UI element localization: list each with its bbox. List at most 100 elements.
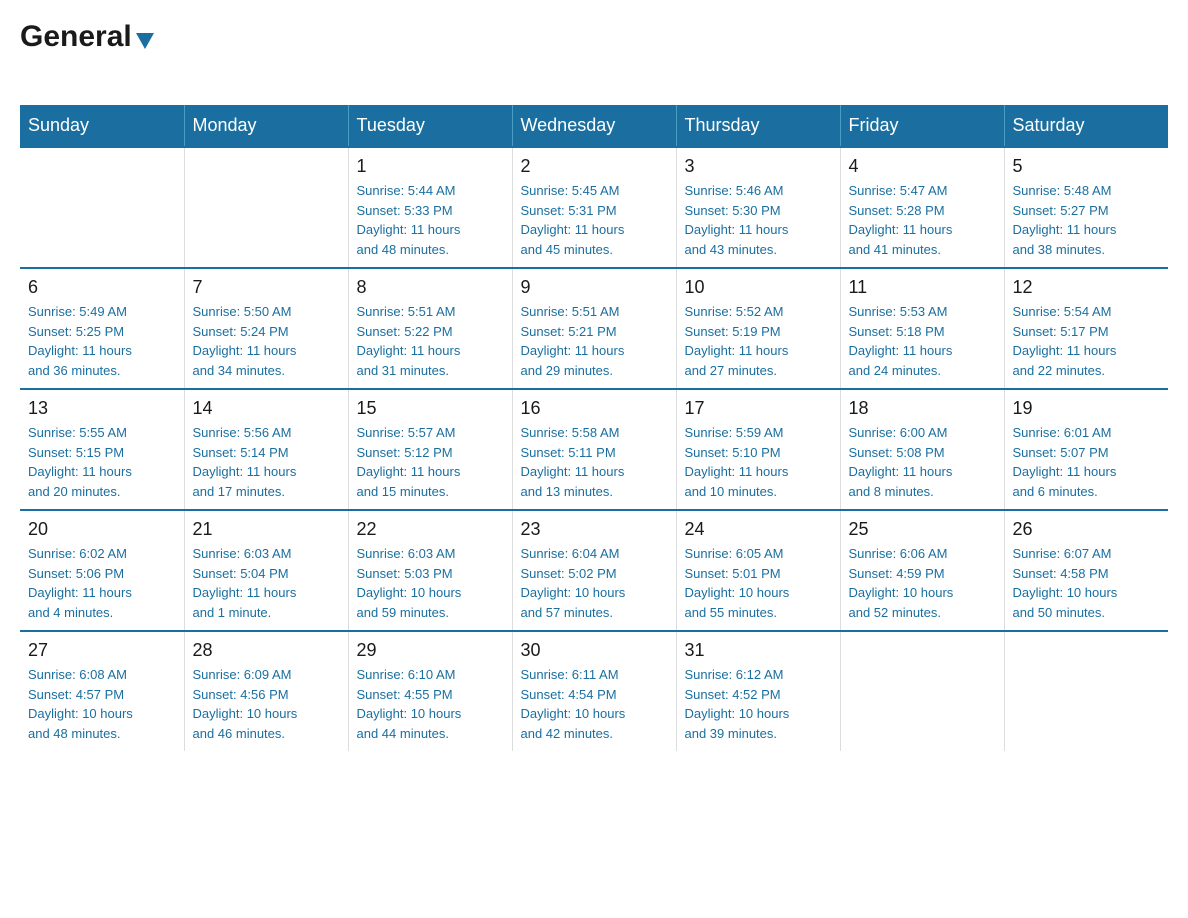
- day-number: 10: [685, 277, 832, 298]
- day-info: Sunrise: 5:46 AM Sunset: 5:30 PM Dayligh…: [685, 181, 832, 259]
- day-number: 9: [521, 277, 668, 298]
- calendar-cell: 2 Sunrise: 5:45 AM Sunset: 5:31 PM Daylig…: [512, 147, 676, 268]
- calendar-cell: 28 Sunrise: 6:09 AM Sunset: 4:56 PM Dayli…: [184, 631, 348, 751]
- day-number: 21: [193, 519, 340, 540]
- calendar-cell: 21 Sunrise: 6:03 AM Sunset: 5:04 PM Dayli…: [184, 510, 348, 631]
- calendar-cell: 20 Sunrise: 6:02 AM Sunset: 5:06 PM Dayli…: [20, 510, 184, 631]
- day-header-saturday: Saturday: [1004, 105, 1168, 147]
- day-info: Sunrise: 5:51 AM Sunset: 5:21 PM Dayligh…: [521, 302, 668, 380]
- day-header-friday: Friday: [840, 105, 1004, 147]
- calendar-cell: 22 Sunrise: 6:03 AM Sunset: 5:03 PM Dayli…: [348, 510, 512, 631]
- day-info: Sunrise: 6:10 AM Sunset: 4:55 PM Dayligh…: [357, 665, 504, 743]
- day-header-wednesday: Wednesday: [512, 105, 676, 147]
- calendar-cell: 17 Sunrise: 5:59 AM Sunset: 5:10 PM Dayli…: [676, 389, 840, 510]
- calendar-week-row: 1 Sunrise: 5:44 AM Sunset: 5:33 PM Daylig…: [20, 147, 1168, 268]
- calendar-cell: 3 Sunrise: 5:46 AM Sunset: 5:30 PM Daylig…: [676, 147, 840, 268]
- calendar-cell: 14 Sunrise: 5:56 AM Sunset: 5:14 PM Dayli…: [184, 389, 348, 510]
- day-number: 3: [685, 156, 832, 177]
- calendar-week-row: 13 Sunrise: 5:55 AM Sunset: 5:15 PM Dayli…: [20, 389, 1168, 510]
- calendar-cell: 23 Sunrise: 6:04 AM Sunset: 5:02 PM Dayli…: [512, 510, 676, 631]
- day-info: Sunrise: 6:12 AM Sunset: 4:52 PM Dayligh…: [685, 665, 832, 743]
- day-info: Sunrise: 5:44 AM Sunset: 5:33 PM Dayligh…: [357, 181, 504, 259]
- calendar-cell: 6Sunrise: 5:49 AM Sunset: 5:25 PM Daylig…: [20, 268, 184, 389]
- day-number: 29: [357, 640, 504, 661]
- day-info: Sunrise: 6:11 AM Sunset: 4:54 PM Dayligh…: [521, 665, 668, 743]
- day-info: Sunrise: 6:09 AM Sunset: 4:56 PM Dayligh…: [193, 665, 340, 743]
- day-number: 19: [1013, 398, 1161, 419]
- calendar-header-row: SundayMondayTuesdayWednesdayThursdayFrid…: [20, 105, 1168, 147]
- day-number: 22: [357, 519, 504, 540]
- day-info: Sunrise: 5:55 AM Sunset: 5:15 PM Dayligh…: [28, 423, 176, 501]
- day-info: Sunrise: 5:45 AM Sunset: 5:31 PM Dayligh…: [521, 181, 668, 259]
- day-info: Sunrise: 5:53 AM Sunset: 5:18 PM Dayligh…: [849, 302, 996, 380]
- calendar-cell: 10 Sunrise: 5:52 AM Sunset: 5:19 PM Dayli…: [676, 268, 840, 389]
- day-number: 12: [1013, 277, 1161, 298]
- day-number: 23: [521, 519, 668, 540]
- day-number: 2: [521, 156, 668, 177]
- day-number: 24: [685, 519, 832, 540]
- day-number: 15: [357, 398, 504, 419]
- calendar-cell: 16 Sunrise: 5:58 AM Sunset: 5:11 PM Dayli…: [512, 389, 676, 510]
- calendar-cell: 4Sunrise: 5:47 AM Sunset: 5:28 PM Daylig…: [840, 147, 1004, 268]
- day-number: 7: [193, 277, 340, 298]
- calendar-cell: [184, 147, 348, 268]
- day-info: Sunrise: 5:54 AM Sunset: 5:17 PM Dayligh…: [1013, 302, 1161, 380]
- day-info: Sunrise: 5:56 AM Sunset: 5:14 PM Dayligh…: [193, 423, 340, 501]
- day-header-sunday: Sunday: [20, 105, 184, 147]
- day-number: 5: [1013, 156, 1161, 177]
- day-number: 14: [193, 398, 340, 419]
- day-info: Sunrise: 6:08 AM Sunset: 4:57 PM Dayligh…: [28, 665, 176, 743]
- logo-triangle-icon: [136, 33, 154, 49]
- page-header: General: [20, 20, 1168, 85]
- day-info: Sunrise: 5:47 AM Sunset: 5:28 PM Dayligh…: [849, 181, 996, 259]
- day-info: Sunrise: 6:05 AM Sunset: 5:01 PM Dayligh…: [685, 544, 832, 622]
- day-info: Sunrise: 6:00 AM Sunset: 5:08 PM Dayligh…: [849, 423, 996, 501]
- day-info: Sunrise: 6:06 AM Sunset: 4:59 PM Dayligh…: [849, 544, 996, 622]
- calendar-cell: 31 Sunrise: 6:12 AM Sunset: 4:52 PM Dayli…: [676, 631, 840, 751]
- day-info: Sunrise: 6:02 AM Sunset: 5:06 PM Dayligh…: [28, 544, 176, 622]
- day-number: 16: [521, 398, 668, 419]
- calendar-cell: 19 Sunrise: 6:01 AM Sunset: 5:07 PM Dayli…: [1004, 389, 1168, 510]
- day-info: Sunrise: 5:59 AM Sunset: 5:10 PM Dayligh…: [685, 423, 832, 501]
- calendar-week-row: 27 Sunrise: 6:08 AM Sunset: 4:57 PM Dayli…: [20, 631, 1168, 751]
- day-info: Sunrise: 6:01 AM Sunset: 5:07 PM Dayligh…: [1013, 423, 1161, 501]
- calendar-cell: [840, 631, 1004, 751]
- day-number: 13: [28, 398, 176, 419]
- calendar-cell: 26 Sunrise: 6:07 AM Sunset: 4:58 PM Dayli…: [1004, 510, 1168, 631]
- day-number: 20: [28, 519, 176, 540]
- calendar-cell: 24 Sunrise: 6:05 AM Sunset: 5:01 PM Dayli…: [676, 510, 840, 631]
- day-number: 30: [521, 640, 668, 661]
- calendar-table: SundayMondayTuesdayWednesdayThursdayFrid…: [20, 105, 1168, 751]
- day-info: Sunrise: 6:03 AM Sunset: 5:04 PM Dayligh…: [193, 544, 340, 622]
- calendar-cell: 15Sunrise: 5:57 AM Sunset: 5:12 PM Dayli…: [348, 389, 512, 510]
- logo-general-text: General: [20, 20, 132, 54]
- calendar-week-row: 6Sunrise: 5:49 AM Sunset: 5:25 PM Daylig…: [20, 268, 1168, 389]
- calendar-cell: 8 Sunrise: 5:51 AM Sunset: 5:22 PM Daylig…: [348, 268, 512, 389]
- day-header-tuesday: Tuesday: [348, 105, 512, 147]
- day-number: 17: [685, 398, 832, 419]
- day-number: 8: [357, 277, 504, 298]
- day-info: Sunrise: 6:03 AM Sunset: 5:03 PM Dayligh…: [357, 544, 504, 622]
- day-number: 27: [28, 640, 176, 661]
- calendar-cell: 11Sunrise: 5:53 AM Sunset: 5:18 PM Dayli…: [840, 268, 1004, 389]
- logo: General: [20, 20, 154, 85]
- calendar-cell: 27 Sunrise: 6:08 AM Sunset: 4:57 PM Dayli…: [20, 631, 184, 751]
- day-number: 26: [1013, 519, 1161, 540]
- day-info: Sunrise: 6:04 AM Sunset: 5:02 PM Dayligh…: [521, 544, 668, 622]
- day-info: Sunrise: 5:58 AM Sunset: 5:11 PM Dayligh…: [521, 423, 668, 501]
- calendar-cell: 12 Sunrise: 5:54 AM Sunset: 5:17 PM Dayli…: [1004, 268, 1168, 389]
- calendar-cell: 25 Sunrise: 6:06 AM Sunset: 4:59 PM Dayli…: [840, 510, 1004, 631]
- day-number: 25: [849, 519, 996, 540]
- day-info: Sunrise: 6:07 AM Sunset: 4:58 PM Dayligh…: [1013, 544, 1161, 622]
- calendar-cell: 13 Sunrise: 5:55 AM Sunset: 5:15 PM Dayli…: [20, 389, 184, 510]
- day-info: Sunrise: 5:48 AM Sunset: 5:27 PM Dayligh…: [1013, 181, 1161, 259]
- day-info: Sunrise: 5:52 AM Sunset: 5:19 PM Dayligh…: [685, 302, 832, 380]
- day-number: 28: [193, 640, 340, 661]
- day-header-monday: Monday: [184, 105, 348, 147]
- day-info: Sunrise: 5:51 AM Sunset: 5:22 PM Dayligh…: [357, 302, 504, 380]
- calendar-cell: 5 Sunrise: 5:48 AM Sunset: 5:27 PM Daylig…: [1004, 147, 1168, 268]
- calendar-cell: 9 Sunrise: 5:51 AM Sunset: 5:21 PM Daylig…: [512, 268, 676, 389]
- day-number: 31: [685, 640, 832, 661]
- calendar-cell: 1 Sunrise: 5:44 AM Sunset: 5:33 PM Daylig…: [348, 147, 512, 268]
- day-number: 1: [357, 156, 504, 177]
